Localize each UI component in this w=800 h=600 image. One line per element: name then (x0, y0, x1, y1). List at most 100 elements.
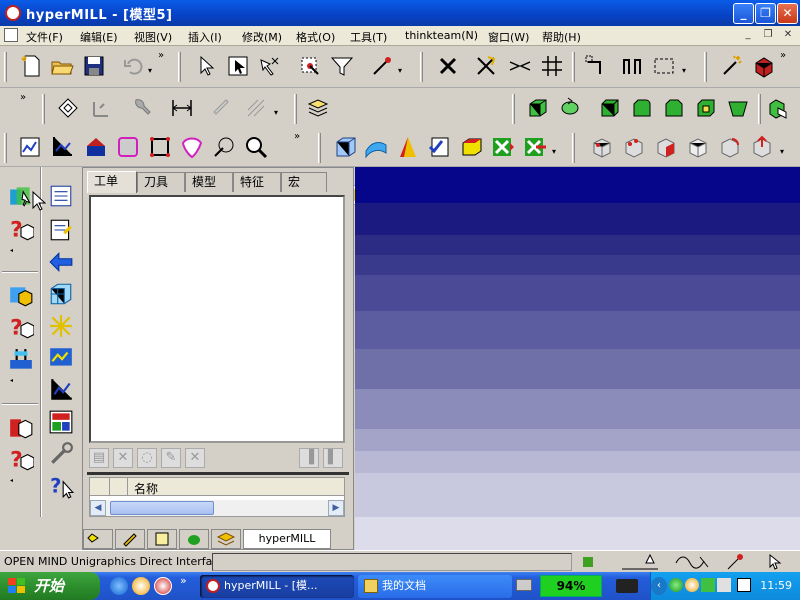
rounded-rect-icon[interactable] (116, 135, 140, 159)
tray-status-icon[interactable] (669, 578, 683, 592)
menu-edit[interactable]: 编辑(E) (80, 29, 118, 45)
rect-dropdown-icon[interactable]: ▾ (682, 66, 686, 75)
new-file-icon[interactable] (20, 54, 44, 78)
freeform-icon[interactable] (180, 135, 204, 159)
green-arrow-x-icon[interactable] (522, 135, 546, 159)
job-comment-icon[interactable]: ◌ (137, 448, 157, 468)
menu-help[interactable]: 帮助(H) (542, 29, 581, 45)
draft-icon[interactable] (726, 96, 750, 120)
toolbar-grip[interactable] (704, 52, 707, 82)
revolve-icon[interactable] (558, 96, 582, 120)
cube-rotate-icon[interactable] (718, 135, 742, 159)
chart-report-icon[interactable] (48, 377, 74, 403)
box-solid-icon[interactable] (526, 96, 550, 120)
open-folder-icon[interactable] (50, 54, 74, 78)
wrench-icon[interactable] (130, 96, 154, 120)
tab-geometry-icon[interactable] (83, 529, 113, 549)
tab-macros[interactable]: 宏 (281, 172, 327, 192)
tab-models[interactable]: 模型 (185, 172, 233, 192)
cube-red-dots-icon[interactable] (622, 135, 646, 159)
fillet-icon[interactable] (630, 96, 654, 120)
tab-notes-icon[interactable] (147, 529, 177, 549)
status-curve-icon[interactable] (674, 553, 714, 571)
job-properties-icon[interactable]: ▤ (89, 448, 109, 468)
status-select-icon[interactable] (766, 553, 796, 571)
job-delete-icon[interactable]: ✕ (113, 448, 133, 468)
toolbar-grip[interactable] (512, 94, 515, 124)
job-edit-icon[interactable]: ✎ (161, 448, 181, 468)
pane-left-icon[interactable]: ▐ (299, 448, 319, 468)
yellow-cube-icon[interactable] (460, 135, 484, 159)
select-box-arrow-icon[interactable] (226, 54, 250, 78)
simulation-icon[interactable] (48, 345, 74, 371)
rect-points-icon[interactable] (148, 135, 172, 159)
snap-point-icon[interactable] (370, 54, 394, 78)
status-probe-icon[interactable] (620, 553, 660, 571)
toolbar-grip[interactable] (572, 133, 575, 163)
select-pointer-icon[interactable] (258, 54, 282, 78)
ie-icon[interactable] (110, 577, 128, 595)
offset-icon[interactable] (620, 54, 644, 78)
toolbar-grip[interactable] (572, 52, 575, 82)
tab-hypermill[interactable]: hyperMILL (243, 529, 331, 549)
solid-color-icon[interactable] (752, 54, 776, 78)
menu-thinkteam[interactable]: thinkteam(N) (405, 29, 478, 42)
toolbar-grip[interactable] (420, 52, 423, 82)
document-icon[interactable] (4, 28, 18, 42)
start-button[interactable]: 开始 (0, 572, 100, 600)
magic-wand-icon[interactable] (720, 54, 744, 78)
compass-icon[interactable] (212, 135, 236, 159)
task-hypermill[interactable]: hyperMILL - [模... (200, 575, 354, 598)
panel-splitter[interactable] (87, 472, 349, 475)
hypermill-quick-icon[interactable] (154, 577, 172, 595)
trim-icon[interactable] (474, 54, 498, 78)
spark-icon[interactable] (48, 313, 74, 339)
pane-right-icon[interactable]: ▌ (323, 448, 343, 468)
diamond-snap-icon[interactable] (56, 96, 80, 120)
toolbar-dropdown-icon[interactable]: ▾ (780, 147, 784, 156)
power-plug-icon[interactable] (616, 579, 638, 593)
column-header-name[interactable]: 名称 (134, 480, 158, 497)
pick-filter-icon[interactable] (298, 54, 322, 78)
status-color-icon[interactable] (583, 557, 593, 567)
tab-layers-icon[interactable] (211, 529, 241, 549)
tab-tools[interactable]: 刀具 (137, 172, 185, 192)
toolbar-grip[interactable] (178, 52, 181, 82)
transfer-arrow-icon[interactable] (48, 249, 74, 275)
help-cube-icon[interactable]: ? (8, 217, 34, 243)
job-list[interactable] (89, 195, 345, 443)
toolbar-overflow-icon[interactable]: » (158, 50, 164, 61)
menu-format[interactable]: 格式(O) (296, 29, 335, 45)
column-header-blank[interactable] (110, 478, 128, 496)
tab-teapot-icon[interactable] (179, 529, 209, 549)
qq-icon[interactable] (685, 578, 699, 592)
cpu-usage-badge[interactable]: 94% (540, 575, 602, 597)
toolbar-overflow-icon[interactable]: » (780, 50, 786, 61)
corner-trim-icon[interactable] (584, 54, 608, 78)
expand-arrow-icon[interactable]: ◂ (10, 247, 13, 254)
layer-manager-icon[interactable] (306, 96, 330, 120)
shell-icon[interactable] (694, 96, 718, 120)
color-table-icon[interactable] (48, 409, 74, 435)
menu-insert[interactable]: 插入(I) (188, 29, 222, 45)
keyboard-icon[interactable] (516, 579, 532, 591)
snap-dropdown-icon[interactable]: ▾ (398, 66, 402, 75)
toolbar-grip[interactable] (758, 94, 761, 124)
rect-dash-icon[interactable] (652, 54, 676, 78)
extrude-icon[interactable] (598, 96, 622, 120)
tray-collapse-icon[interactable]: ‹ (651, 577, 667, 595)
job-wizard-icon[interactable] (8, 183, 34, 209)
job-edit-icon[interactable] (48, 217, 74, 243)
menu-file[interactable]: 文件(F) (26, 29, 63, 45)
toolbar-grip[interactable] (294, 94, 297, 124)
mdi-restore-icon[interactable]: ❐ (760, 28, 776, 43)
tab-jobs[interactable]: 工单 (87, 171, 137, 193)
scrollbar-thumb[interactable] (110, 501, 214, 515)
task-my-documents[interactable]: 我的文档 (358, 575, 512, 598)
taskbar-overflow-icon[interactable]: » (180, 574, 187, 587)
split-icon[interactable] (508, 54, 532, 78)
cube-outline-icon[interactable] (686, 135, 710, 159)
close-button[interactable]: ✕ (777, 3, 798, 24)
volume-icon[interactable] (717, 578, 731, 592)
undo-dropdown-icon[interactable]: ▾ (148, 66, 152, 75)
